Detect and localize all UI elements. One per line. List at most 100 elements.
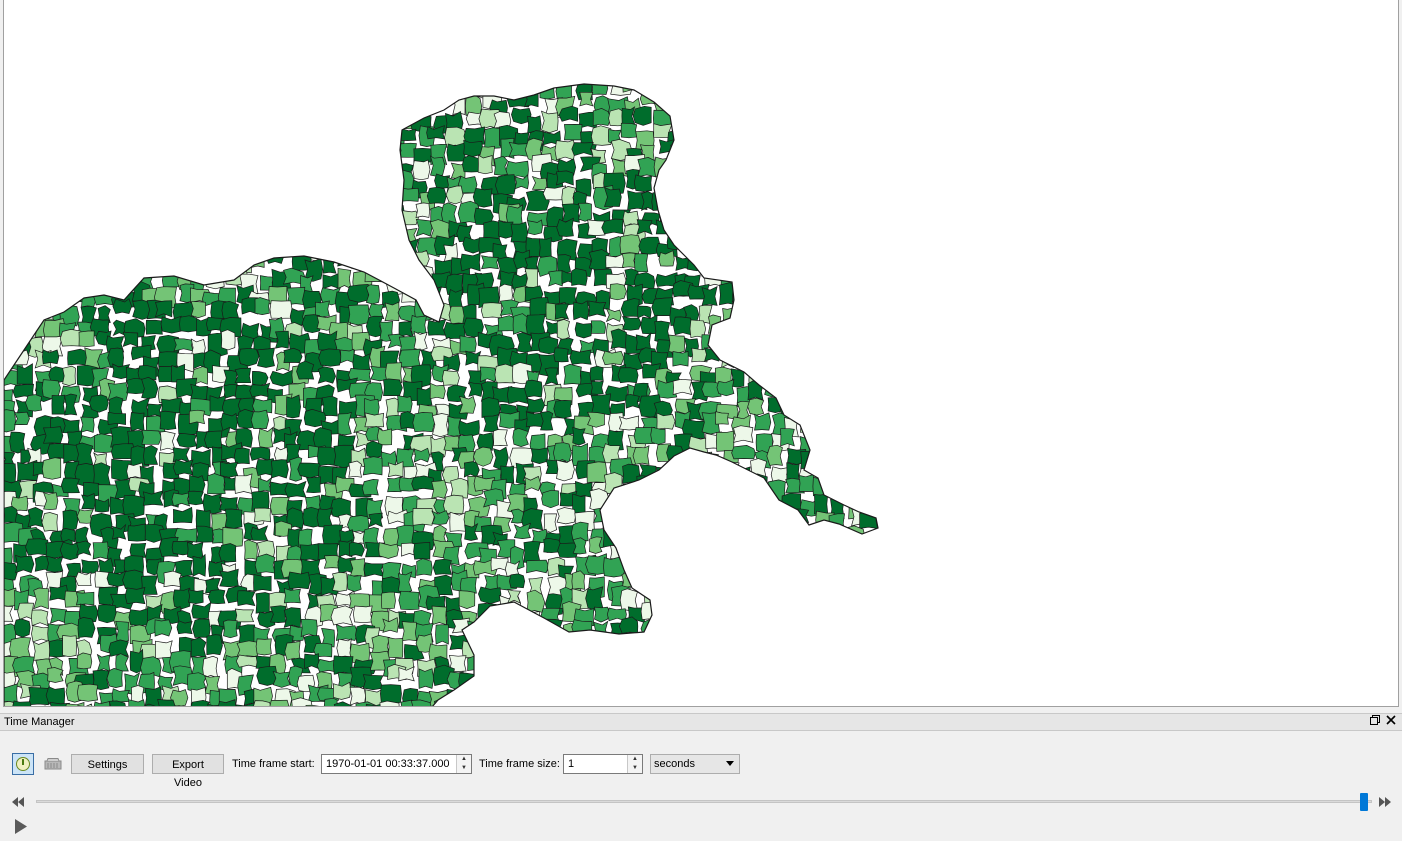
choropleth-map[interactable] [4,0,1399,707]
close-icon[interactable] [1384,715,1398,729]
map-region [548,270,564,287]
map-region [498,219,514,239]
map-region [322,186,341,208]
power-toggle-button[interactable] [12,753,34,775]
map-region [862,145,878,170]
map-region [859,370,878,387]
map-region [763,496,779,514]
map-region [715,99,733,117]
map-region [865,107,878,129]
map-region [750,111,768,127]
rewind-icon[interactable] [11,796,25,808]
map-region [810,251,831,271]
map-region [813,161,832,182]
map-region [873,399,878,423]
map-region [766,352,786,371]
map-region [15,554,35,574]
map-region [255,146,276,166]
time-frame-size-stepper[interactable]: ▲ ▼ [627,755,642,773]
restore-icon[interactable] [1368,715,1382,729]
time-unit-select[interactable]: seconds [650,754,740,774]
map-region [768,295,786,314]
map-region [500,673,520,699]
map-region [34,144,48,165]
map-region [363,562,385,577]
map-region [322,272,341,290]
map-region [219,107,243,124]
map-region [541,659,563,675]
export-video-button[interactable]: Export Video [152,754,224,789]
map-region [842,335,857,354]
map-region [672,113,693,136]
map-region [704,554,723,570]
map-region [797,210,814,225]
map-region [526,559,550,574]
map-region [767,105,791,125]
fast-forward-icon[interactable] [1378,796,1392,808]
map-region [381,161,403,183]
map-region [410,314,427,335]
map-region [802,129,818,148]
map-region [851,127,869,148]
timeline-slider[interactable] [36,793,1372,811]
map-region [61,128,81,146]
map-region [234,473,253,494]
map-region [845,632,861,653]
map-region [704,223,723,247]
map-region [825,574,845,593]
map-region [364,412,384,428]
map-region [240,130,261,148]
map-region [750,276,767,293]
map-region [843,525,866,548]
map-region [686,673,707,693]
map-region [803,224,821,247]
map-region [723,705,741,706]
map-region [635,527,655,542]
time-frame-start-stepper[interactable]: ▲ ▼ [456,755,471,773]
map-region [814,394,835,416]
map-region [750,544,768,563]
map-region [368,226,385,245]
map-region [222,527,244,547]
map-region [283,607,302,628]
map-region [348,460,362,478]
map-region [858,188,876,211]
map-region [361,141,383,159]
time-frame-start-input[interactable]: 1970-01-01 00:33:37.000 ▲ ▼ [321,754,472,774]
map-region [266,220,282,242]
map-region [284,480,307,498]
map-region [353,605,373,624]
map-region [287,172,309,189]
map-region [49,240,67,259]
map-region [64,107,84,126]
map-region [481,625,500,643]
settings-button[interactable]: Settings [71,754,144,774]
map-region [64,393,78,416]
map-region [673,505,694,528]
play-icon[interactable] [13,818,29,835]
map-region [318,348,342,367]
map-region [413,147,434,163]
map-region [863,400,878,419]
map-region [110,255,131,277]
map-region [715,333,735,355]
map-canvas[interactable] [3,0,1399,707]
map-region [836,209,851,225]
map-region [364,268,384,283]
map-region [127,155,146,177]
map-region [173,338,194,352]
map-region [75,571,92,587]
map-region [603,697,625,706]
map-region [271,112,291,131]
map-region [714,105,734,131]
map-region [796,612,815,628]
map-region [659,671,674,696]
map-region [765,237,790,259]
time-frame-size-input[interactable]: 1 ▲ ▼ [563,754,643,774]
map-region [798,473,815,492]
map-region [556,319,570,341]
timeline-slider-handle[interactable] [1359,793,1368,811]
archive-icon[interactable] [44,758,62,770]
map-region [387,185,404,208]
map-region [704,682,724,703]
